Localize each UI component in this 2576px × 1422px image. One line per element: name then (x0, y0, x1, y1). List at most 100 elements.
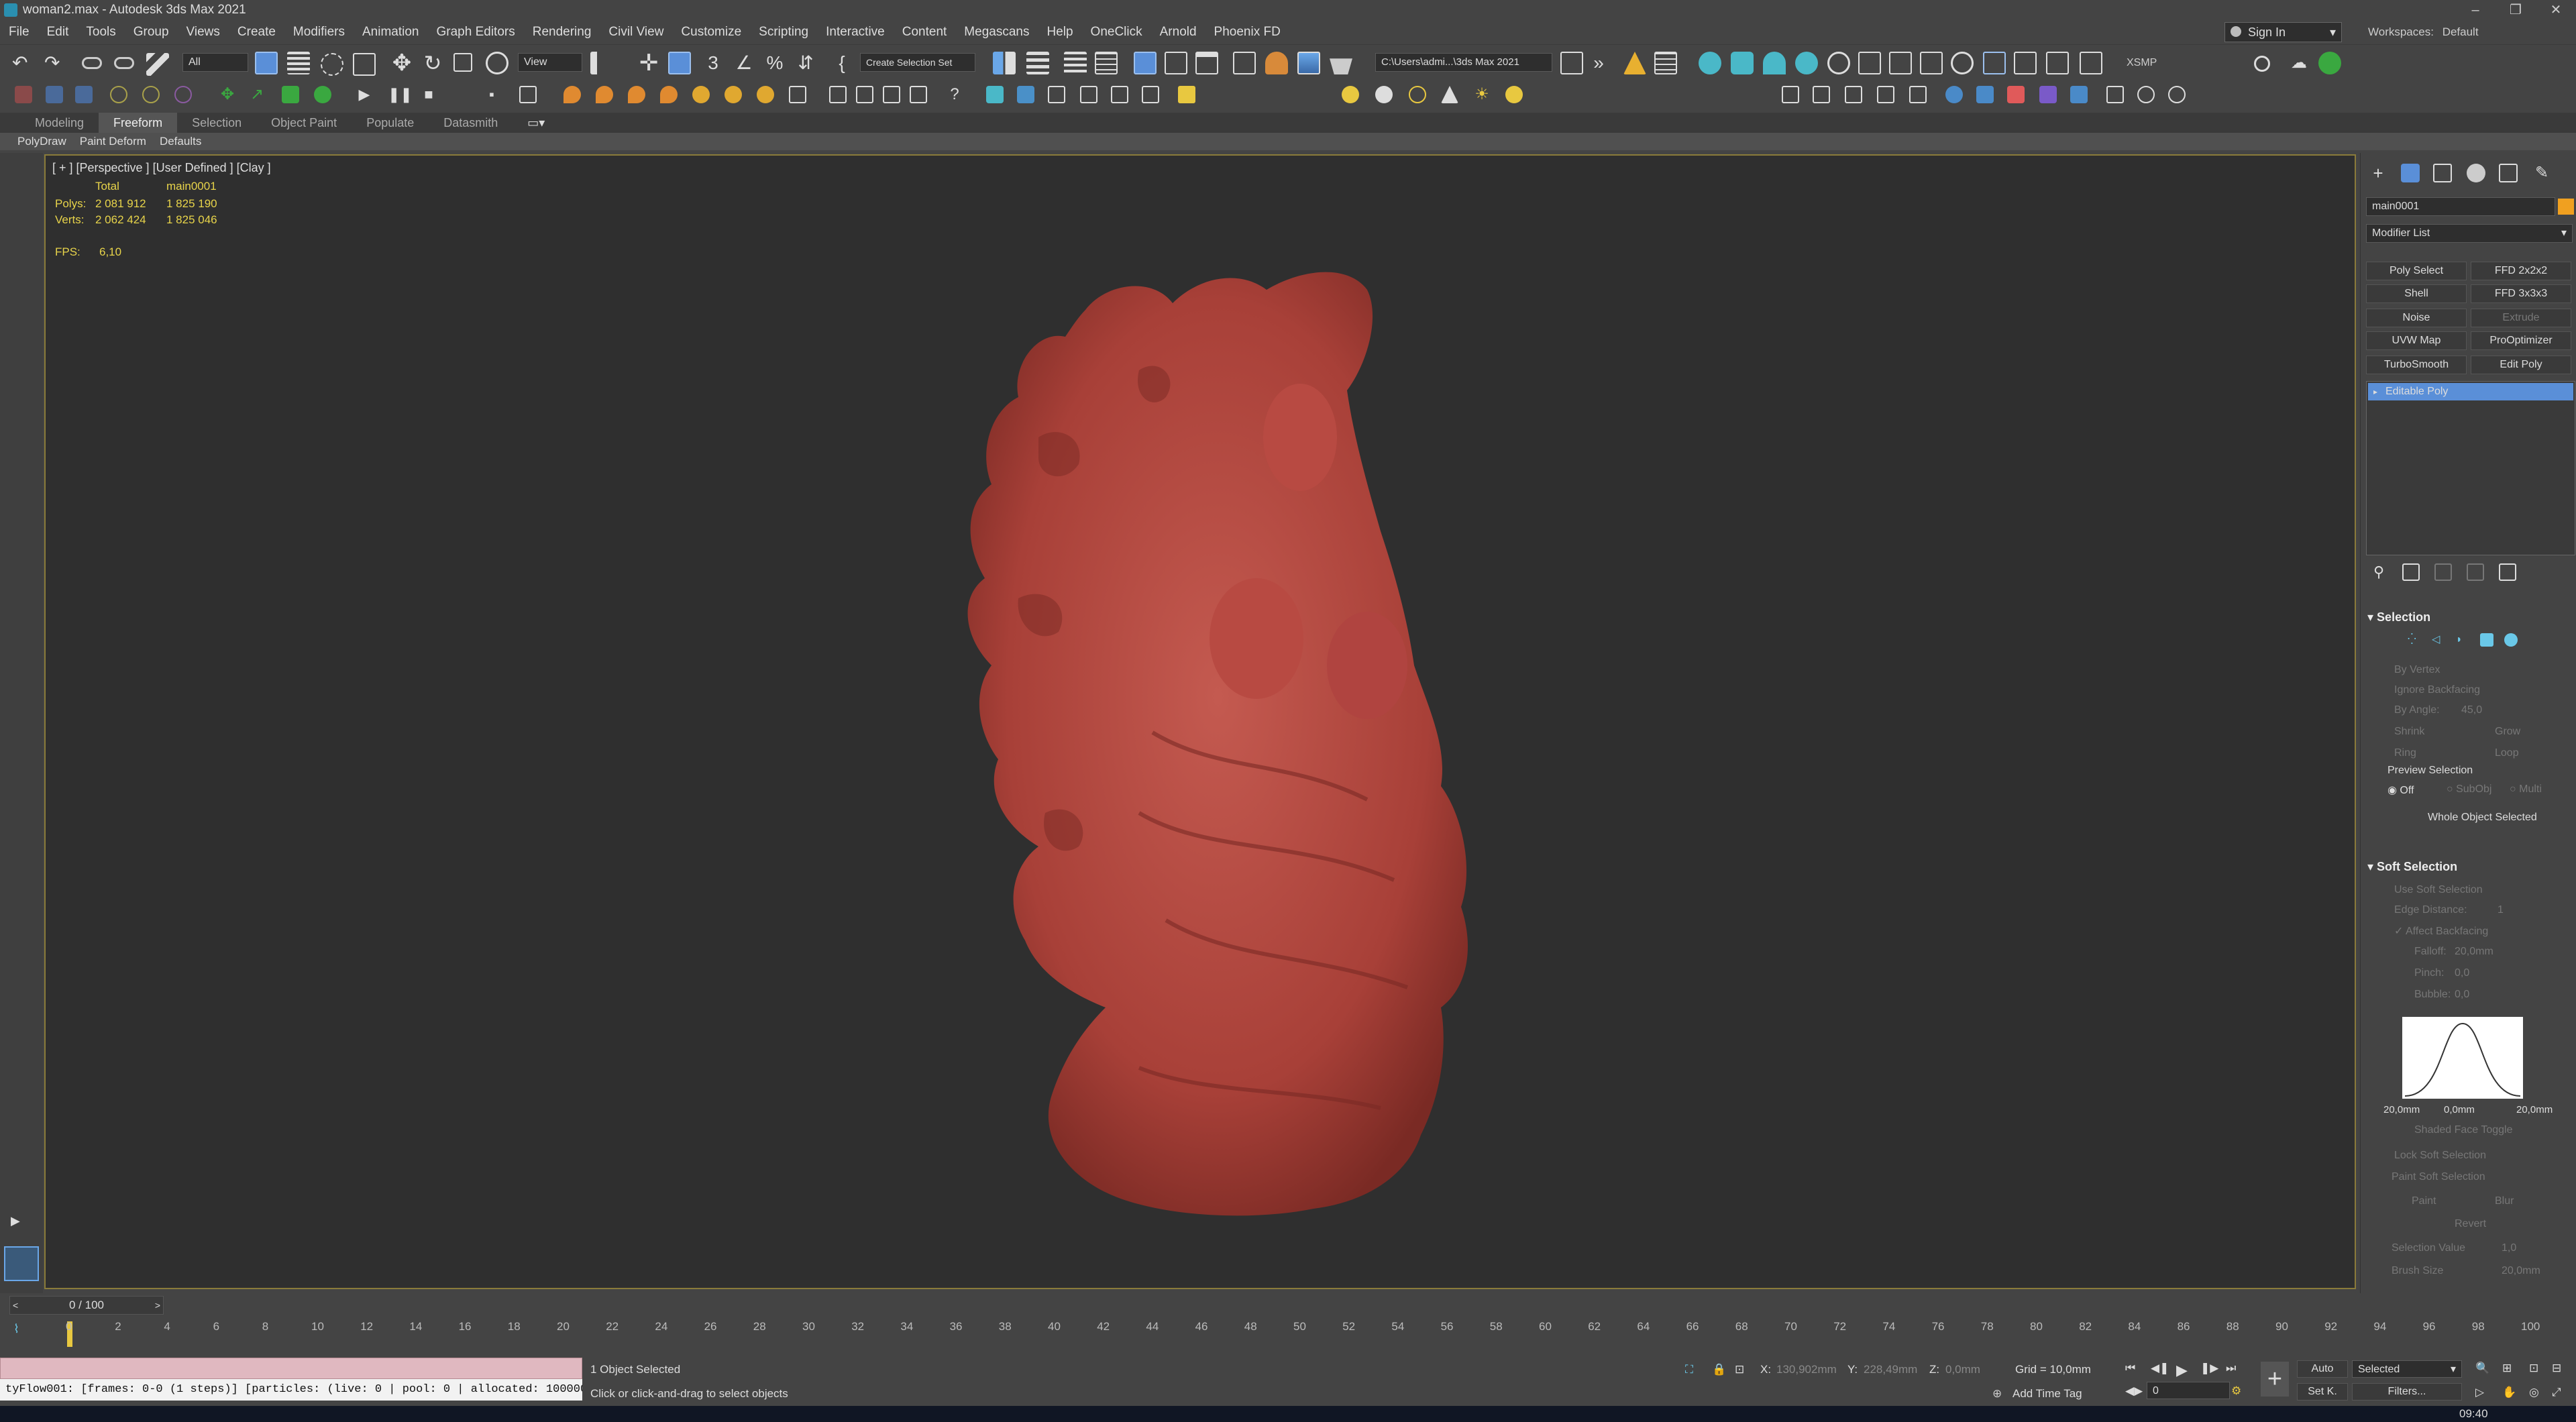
more-tools-icon[interactable]: » (1587, 52, 1610, 74)
help-icon[interactable]: ? (946, 86, 963, 103)
fire-tool-10-icon[interactable] (856, 86, 873, 103)
selection-lock-icon[interactable]: 🔒 (1712, 1363, 1726, 1376)
ffd-3x3x3-button[interactable]: FFD 3x3x3 (2471, 284, 2571, 303)
make-unique-icon[interactable] (2434, 563, 2452, 581)
render-tool-4-icon[interactable] (1877, 86, 1894, 103)
pause-icon[interactable]: ❚❚ (388, 86, 413, 103)
subtab-paint-deform[interactable]: Paint Deform (73, 135, 153, 148)
menu-file[interactable]: File (0, 25, 38, 40)
track-bar[interactable]: ⌇ 0 2 4 6 8 10 12 14 16 18 20 22 24 26 28 30 32 34 36 38 40 4… (0, 1319, 2576, 1348)
render-tool-2-icon[interactable] (1813, 86, 1830, 103)
mirror-icon[interactable] (993, 52, 1016, 74)
paint-button[interactable]: Paint (2412, 1195, 2436, 1207)
percent-snap-icon[interactable]: % (763, 52, 786, 74)
by-angle-checkbox[interactable]: By Angle: (2394, 704, 2440, 716)
list-icon[interactable] (519, 86, 537, 103)
phoenix-settings-icon[interactable] (2080, 52, 2102, 74)
ribbon-options-icon[interactable]: ▭▾ (513, 116, 559, 130)
selection-filter-dropdown[interactable]: All (182, 53, 248, 72)
edit-poly-button[interactable]: Edit Poly (2471, 356, 2571, 374)
fire-tool-2-icon[interactable] (596, 86, 613, 103)
arnold-render-icon[interactable] (2254, 56, 2270, 72)
loop-button[interactable]: Loop (2495, 747, 2519, 759)
prooptimizer-button[interactable]: ProOptimizer (2471, 331, 2571, 350)
phoenix-liquid-icon[interactable] (1731, 52, 1754, 74)
render-tool-10-icon[interactable] (2070, 86, 2088, 103)
element-mode-icon[interactable] (2504, 633, 2518, 647)
select-manipulate-icon[interactable]: ✛ (637, 52, 660, 74)
auto-key-button[interactable]: Auto (2297, 1360, 2348, 1378)
render-tool-5-icon[interactable] (1909, 86, 1927, 103)
time-prev-icon[interactable]: < (13, 1297, 18, 1314)
time-tag-icon[interactable]: ⊕ (1992, 1387, 2002, 1401)
goto-end-icon[interactable]: ⏭ (2226, 1362, 2236, 1375)
viewport-label[interactable]: [ + ] [Perspective ] [User Defined ] [Cl… (52, 161, 271, 175)
redo-icon[interactable]: ↷ (44, 52, 67, 74)
border-mode-icon[interactable]: ◗ (2456, 633, 2469, 647)
create-panel-icon[interactable]: + (2369, 164, 2387, 182)
fire-tool-5-icon[interactable] (692, 86, 710, 103)
menu-animation[interactable]: Animation (354, 25, 428, 40)
project-folder-icon[interactable] (1560, 52, 1583, 74)
falloff-value[interactable]: 20,0mm (2455, 946, 2493, 958)
subtab-defaults[interactable]: Defaults (153, 135, 208, 148)
object-color-swatch[interactable] (2558, 199, 2574, 215)
tab-object-paint[interactable]: Object Paint (256, 116, 352, 130)
modifier-list-dropdown[interactable]: Modifier List ▾ (2366, 224, 2573, 243)
goto-start-icon[interactable]: ⏮ (2125, 1362, 2135, 1375)
menu-create[interactable]: Create (229, 25, 284, 40)
scatter-tool-5-icon[interactable] (1111, 86, 1128, 103)
key-filters-button[interactable]: Filters... (2352, 1383, 2462, 1401)
y-coordinate-field[interactable]: 228,49mm (1864, 1363, 1917, 1376)
object-name-field[interactable]: main0001 (2366, 197, 2555, 216)
bind-space-warp-icon[interactable] (146, 53, 169, 76)
next-frame-icon[interactable]: ❚▶ (2200, 1362, 2218, 1375)
extra-move-icon[interactable]: ✥ (219, 86, 236, 103)
scatter-tool-1-icon[interactable] (986, 86, 1004, 103)
zoom-extents-all-icon[interactable]: ⊟ (2552, 1362, 2561, 1375)
prev-frame-icon[interactable]: ◀❚ (2151, 1362, 2169, 1375)
scatter-tool-2-icon[interactable] (1017, 86, 1034, 103)
scene-explorer-icon[interactable] (1064, 52, 1087, 74)
ring-button[interactable]: Ring (2394, 747, 2416, 759)
menu-group[interactable]: Group (125, 25, 178, 40)
edge-mode-icon[interactable]: ◁ (2432, 633, 2445, 647)
render-tool-8-icon[interactable] (2007, 86, 2025, 103)
fire-tool-7-icon[interactable] (757, 86, 774, 103)
time-slider[interactable]: < 0 / 100 > (9, 1296, 164, 1315)
set-key-icon[interactable]: + (2261, 1362, 2289, 1397)
display-panel-icon[interactable] (2499, 164, 2518, 182)
menu-civil-view[interactable]: Civil View (600, 25, 672, 40)
notes-icon[interactable] (1654, 52, 1677, 74)
z-coordinate-field[interactable]: 0,0mm (1945, 1363, 1980, 1376)
extrude-button[interactable]: Extrude (2471, 309, 2571, 327)
menu-phoenix-fd[interactable]: Phoenix FD (1205, 25, 1289, 40)
edge-distance-checkbox[interactable]: Edge Distance: (2394, 904, 2467, 916)
fire-tool-9-icon[interactable] (829, 86, 847, 103)
expand-layout-icon[interactable]: ▶ (11, 1214, 20, 1228)
render-tool-12-icon[interactable] (2137, 86, 2155, 103)
viewport-layout-tab[interactable] (4, 1246, 39, 1281)
brush-size-field[interactable]: 20,0mm (2502, 1265, 2540, 1277)
selection-set-dropdown[interactable]: Create Selection Set (860, 53, 975, 72)
selection-region-icon[interactable] (321, 53, 343, 76)
extra-sphere-icon[interactable] (314, 86, 331, 103)
zoom-icon[interactable]: 🔍 (2475, 1362, 2489, 1375)
phoenix-render-icon[interactable] (2014, 52, 2037, 74)
render-tool-1-icon[interactable] (1782, 86, 1799, 103)
tab-modeling[interactable]: Modeling (20, 116, 99, 130)
render-tool-7-icon[interactable] (1976, 86, 1994, 103)
by-vertex-checkbox[interactable]: By Vertex (2394, 664, 2440, 676)
arnold-license-icon[interactable] (2318, 52, 2341, 74)
undo-icon[interactable]: ↶ (12, 52, 35, 74)
ignore-backfacing-checkbox[interactable]: Ignore Backfacing (2394, 684, 2480, 696)
menu-graph-editors[interactable]: Graph Editors (428, 25, 524, 40)
modify-panel-icon[interactable] (2401, 164, 2420, 182)
project-folder-dropdown[interactable]: C:\Users\admi...\3ds Max 2021 (1375, 53, 1552, 72)
tab-selection[interactable]: Selection (177, 116, 256, 130)
menu-arnold[interactable]: Arnold (1151, 25, 1205, 40)
statue-model[interactable] (884, 263, 1542, 1242)
rendered-frame-window-icon[interactable] (1297, 52, 1320, 74)
vertex-mode-icon[interactable]: ⁛ (2408, 633, 2421, 647)
menu-rendering[interactable]: Rendering (524, 25, 600, 40)
